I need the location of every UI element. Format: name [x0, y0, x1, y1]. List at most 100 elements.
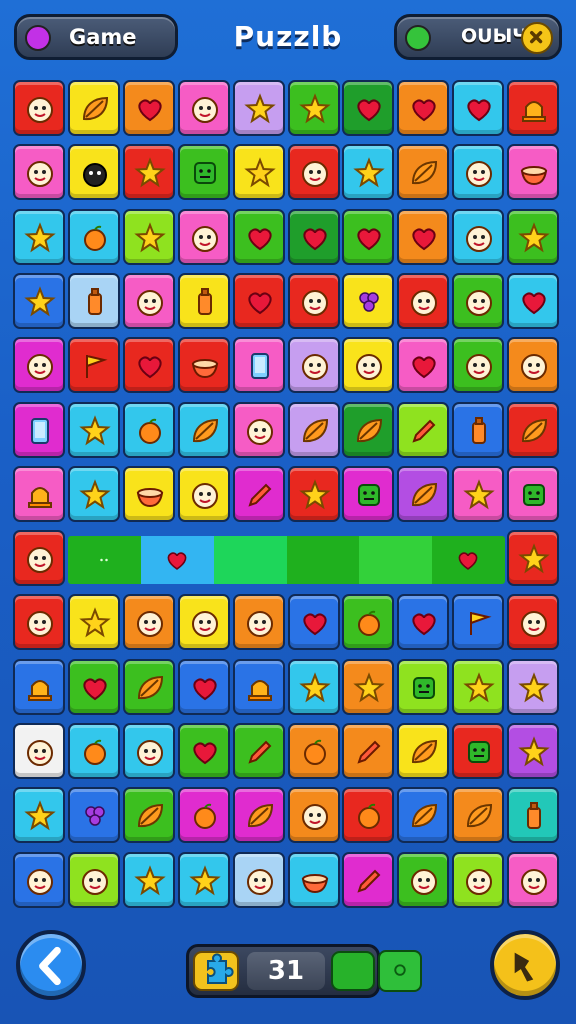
tile-pencil[interactable]	[233, 723, 285, 779]
tile-heart[interactable]	[68, 659, 120, 715]
tile-leaf[interactable]	[397, 466, 449, 522]
tile-heart[interactable]	[397, 337, 449, 393]
tile-face[interactable]	[13, 723, 65, 779]
tile-face[interactable]	[178, 466, 230, 522]
tile-leaf[interactable]	[397, 787, 449, 843]
tile-flag[interactable]	[452, 594, 504, 650]
tile-face[interactable]	[342, 337, 394, 393]
tile-pencil[interactable]	[342, 723, 394, 779]
tile-star[interactable]	[13, 787, 65, 843]
tile-heart[interactable]	[452, 80, 504, 136]
tile-fruit[interactable]	[288, 723, 340, 779]
tile-bell[interactable]	[13, 659, 65, 715]
tile-face[interactable]	[233, 402, 285, 458]
tile-star[interactable]	[123, 209, 175, 265]
tile-star[interactable]	[123, 144, 175, 200]
back-button[interactable]	[16, 930, 86, 1000]
tile-bottle[interactable]	[452, 402, 504, 458]
tile-flag[interactable]	[68, 337, 120, 393]
tile-fruit[interactable]	[178, 787, 230, 843]
tile-bottle[interactable]	[507, 787, 559, 843]
tile-face[interactable]	[233, 852, 285, 908]
tile-bowl[interactable]	[507, 144, 559, 200]
close-icon[interactable]	[521, 22, 553, 54]
tile-pencil[interactable]	[397, 402, 449, 458]
tile-face[interactable]	[178, 80, 230, 136]
tile-star[interactable]	[68, 466, 120, 522]
puzzle-piece-button[interactable]	[193, 951, 239, 991]
tile-face[interactable]	[178, 209, 230, 265]
tile-face[interactable]	[452, 144, 504, 200]
tile-leaf[interactable]	[178, 402, 230, 458]
tile-bowl[interactable]	[123, 466, 175, 522]
tile-grape[interactable]	[68, 787, 120, 843]
tile-fruit[interactable]	[342, 787, 394, 843]
tile-bottle[interactable]	[178, 273, 230, 329]
tile-face[interactable]	[397, 273, 449, 329]
tile-star[interactable]	[288, 659, 340, 715]
tile-star[interactable]	[178, 852, 230, 908]
tile-heart[interactable]	[342, 80, 394, 136]
tile-heart[interactable]	[397, 594, 449, 650]
tile-leaf[interactable]	[288, 402, 340, 458]
tile-fruit[interactable]	[68, 723, 120, 779]
tile-star[interactable]	[68, 594, 120, 650]
tile-star[interactable]	[452, 659, 504, 715]
tile-face[interactable]	[452, 337, 504, 393]
tile-face[interactable]	[288, 787, 340, 843]
tile-heart[interactable]	[397, 209, 449, 265]
tile-star[interactable]	[288, 80, 340, 136]
tile-face[interactable]	[13, 337, 65, 393]
tile-leaf[interactable]	[397, 723, 449, 779]
tile-face[interactable]	[397, 852, 449, 908]
tile-face[interactable]	[123, 594, 175, 650]
tile-bell[interactable]	[13, 466, 65, 522]
tile-face[interactable]	[13, 852, 65, 908]
tile-square[interactable]	[342, 466, 394, 522]
tile-face[interactable]	[13, 144, 65, 200]
tile-face[interactable]	[233, 594, 285, 650]
tile-star[interactable]	[233, 80, 285, 136]
tile-pencil[interactable]	[233, 466, 285, 522]
tile-star[interactable]	[507, 723, 559, 779]
tile-square[interactable]	[507, 466, 559, 522]
tile-star[interactable]	[288, 466, 340, 522]
tile-bomb[interactable]	[68, 144, 120, 200]
tile-square[interactable]	[452, 723, 504, 779]
tile-phone[interactable]	[233, 337, 285, 393]
tile-face[interactable]	[288, 337, 340, 393]
tile-face[interactable]	[178, 594, 230, 650]
tile-face[interactable]	[13, 530, 65, 586]
tile-leaf[interactable]	[397, 144, 449, 200]
tile-star[interactable]	[342, 144, 394, 200]
tile-heart[interactable]	[178, 723, 230, 779]
tile-face[interactable]	[452, 852, 504, 908]
tile-face[interactable]	[507, 337, 559, 393]
tile-leaf[interactable]	[342, 402, 394, 458]
tile-star[interactable]	[13, 209, 65, 265]
tile-face[interactable]	[68, 852, 120, 908]
tile-heart[interactable]	[342, 209, 394, 265]
tile-square[interactable]	[397, 659, 449, 715]
tile-star[interactable]	[507, 209, 559, 265]
tile-leaf[interactable]	[507, 402, 559, 458]
tile-fruit[interactable]	[342, 594, 394, 650]
tile-heart[interactable]	[507, 273, 559, 329]
tile-star[interactable]	[342, 659, 394, 715]
tile-face[interactable]	[123, 723, 175, 779]
tile-star[interactable]	[507, 530, 559, 586]
tile-face[interactable]	[507, 594, 559, 650]
tile-leaf[interactable]	[123, 659, 175, 715]
tile-phone[interactable]	[13, 402, 65, 458]
tile-face[interactable]	[507, 852, 559, 908]
tile-face[interactable]	[288, 144, 340, 200]
tile-face[interactable]	[13, 594, 65, 650]
tile-heart[interactable]	[397, 80, 449, 136]
tile-leaf[interactable]	[68, 80, 120, 136]
tile-heart[interactable]	[178, 659, 230, 715]
tile-heart[interactable]	[123, 337, 175, 393]
tile-face[interactable]	[288, 273, 340, 329]
tile-face[interactable]	[123, 273, 175, 329]
tile-bell[interactable]	[507, 80, 559, 136]
tile-face[interactable]	[452, 209, 504, 265]
